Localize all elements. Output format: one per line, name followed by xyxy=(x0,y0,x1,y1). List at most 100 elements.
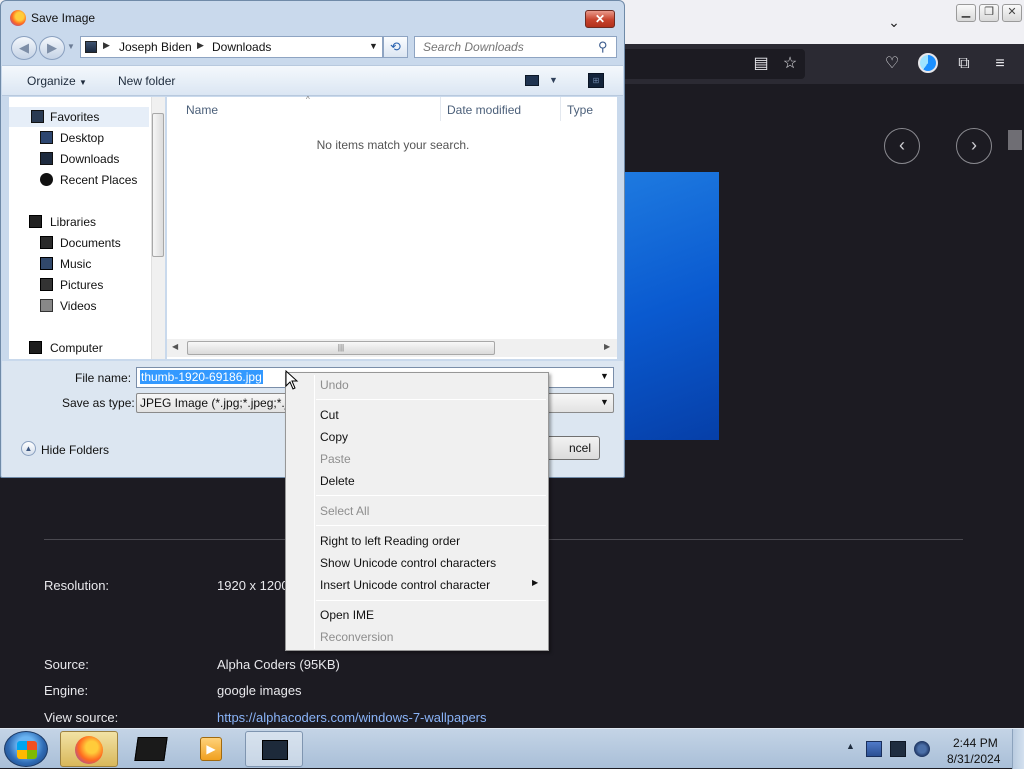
nav-item-music[interactable]: Music xyxy=(9,254,149,274)
refresh-icon[interactable]: ⟲ xyxy=(383,36,408,58)
breadcrumb-downloads[interactable]: Downloads xyxy=(212,40,271,54)
start-button[interactable] xyxy=(4,731,48,767)
menu-item-undo[interactable]: Undo xyxy=(320,378,349,392)
hide-folders-icon[interactable]: ▲ xyxy=(21,441,36,456)
context-menu: Undo Cut Copy Paste Delete Select All Ri… xyxy=(285,372,549,651)
clock-date[interactable]: 8/31/2024 xyxy=(947,752,1000,766)
documents-icon xyxy=(40,236,53,249)
save-as-type-label: Save as type: xyxy=(62,396,135,410)
menu-item-select-all[interactable]: Select All xyxy=(320,504,369,518)
navigation-pane: Favorites Desktop Downloads Recent Place… xyxy=(9,97,165,359)
address-dropdown-icon[interactable]: ▼ xyxy=(369,41,378,51)
source-value: Alpha Coders (95KB) xyxy=(217,657,340,672)
flag-icon[interactable] xyxy=(866,741,882,757)
nav-item-downloads[interactable]: Downloads xyxy=(9,149,149,169)
page-scroll-thumb[interactable] xyxy=(1008,130,1022,150)
recent-locations-dropdown-icon[interactable]: ▼ xyxy=(67,42,75,51)
chevron-right-icon[interactable]: ▶ xyxy=(197,40,204,51)
back-button[interactable]: ◀ xyxy=(11,36,37,60)
nav-item-pictures[interactable]: Pictures xyxy=(9,275,149,295)
network-icon[interactable] xyxy=(890,741,906,757)
horizontal-scroll-thumb[interactable]: ||| xyxy=(187,341,495,355)
menu-item-rtl-reading-order[interactable]: Right to left Reading order xyxy=(320,534,460,548)
close-browser-button[interactable]: ✕ xyxy=(1002,4,1022,22)
nav-label: Libraries xyxy=(50,215,97,229)
nav-label: Desktop xyxy=(60,131,105,145)
nav-item-favorites[interactable]: Favorites xyxy=(9,107,149,127)
menu-item-show-unicode[interactable]: Show Unicode control characters xyxy=(320,556,496,570)
previous-image-button[interactable]: ‹ xyxy=(884,128,920,164)
bookmark-star-icon[interactable]: ☆ xyxy=(778,52,802,76)
menu-item-open-ime[interactable]: Open IME xyxy=(320,608,374,622)
menu-item-reconversion[interactable]: Reconversion xyxy=(320,630,393,644)
column-header-name[interactable]: Name xyxy=(186,103,218,117)
menu-item-paste[interactable]: Paste xyxy=(320,452,351,466)
url-bar[interactable] xyxy=(600,49,805,79)
menu-item-copy[interactable]: Copy xyxy=(320,430,348,444)
menu-icon[interactable]: ≡ xyxy=(988,52,1012,76)
nav-item-libraries[interactable]: Libraries xyxy=(9,212,149,232)
menu-item-insert-unicode[interactable]: Insert Unicode control character xyxy=(320,578,490,592)
chevron-down-icon[interactable]: ⌄ xyxy=(882,10,906,34)
search-input[interactable] xyxy=(415,37,595,57)
views-dropdown-icon[interactable]: ▼ xyxy=(549,75,558,85)
clock-time[interactable]: 2:44 PM xyxy=(953,736,998,750)
column-divider[interactable] xyxy=(440,97,441,121)
volume-icon[interactable] xyxy=(914,741,930,757)
change-view-icon[interactable] xyxy=(525,75,539,86)
file-name-value[interactable]: thumb-1920-69186.jpg xyxy=(140,370,263,384)
address-bar[interactable]: ▶ Joseph Biden ▶ Downloads ▼ xyxy=(80,36,383,58)
taskbar-media-player[interactable]: ▶ xyxy=(182,731,240,767)
nav-label: Downloads xyxy=(60,152,120,166)
videos-icon xyxy=(40,299,53,312)
preview-pane-icon[interactable]: ⊞ xyxy=(588,73,604,88)
taskbar-firefox[interactable] xyxy=(60,731,118,767)
scroll-right-icon[interactable]: ▶ xyxy=(604,342,610,351)
search-box[interactable]: ⚲ xyxy=(414,36,617,58)
view-source-link[interactable]: https://alphacoders.com/windows-7-wallpa… xyxy=(217,710,487,725)
wallpaper-preview xyxy=(620,172,719,440)
taskbar-library[interactable] xyxy=(120,731,178,767)
column-header-date-modified[interactable]: Date modified xyxy=(447,103,521,117)
breadcrumb-user[interactable]: Joseph Biden xyxy=(119,40,192,54)
nav-scroll-thumb[interactable] xyxy=(152,113,164,257)
new-folder-button[interactable]: New folder xyxy=(118,74,175,88)
nav-item-videos[interactable]: Videos xyxy=(9,296,149,316)
page-scrollbar[interactable] xyxy=(1006,112,1024,728)
dialog-titlebar[interactable]: Save Image ✕ xyxy=(1,1,624,33)
nav-item-recent-places[interactable]: Recent Places xyxy=(9,170,149,190)
menu-item-cut[interactable]: Cut xyxy=(320,408,339,422)
save-as-type-dropdown-icon[interactable]: ▼ xyxy=(600,397,609,407)
forward-button[interactable]: ▶ xyxy=(39,36,65,60)
horizontal-scrollbar[interactable]: ◀ ||| ▶ xyxy=(167,339,617,357)
nav-item-desktop[interactable]: Desktop xyxy=(9,128,149,148)
engine-label: Engine: xyxy=(44,683,89,698)
next-image-button[interactable]: › xyxy=(956,128,992,164)
extensions-icon[interactable]: ⧉ xyxy=(952,52,976,76)
restore-button[interactable]: ❐ xyxy=(979,4,999,22)
nav-item-computer[interactable]: Computer xyxy=(9,338,149,358)
reader-view-icon[interactable]: ▤ xyxy=(749,52,773,76)
hide-folders-button[interactable]: Hide Folders xyxy=(41,443,109,457)
organize-button[interactable]: Organize ▼ xyxy=(27,74,87,88)
taskbar-window[interactable] xyxy=(245,731,303,767)
menu-item-delete[interactable]: Delete xyxy=(320,474,355,488)
dialog-close-button[interactable]: ✕ xyxy=(585,10,615,28)
firefox-icon xyxy=(10,10,26,26)
windows-logo-icon xyxy=(17,741,37,759)
file-name-dropdown-icon[interactable]: ▼ xyxy=(600,371,609,381)
music-icon xyxy=(40,257,53,270)
search-icon[interactable]: ⚲ xyxy=(598,39,608,55)
minimize-button[interactable]: ▁ xyxy=(956,4,976,22)
nav-item-documents[interactable]: Documents xyxy=(9,233,149,253)
show-hidden-icons-icon[interactable]: ▲ xyxy=(846,741,855,751)
column-divider[interactable] xyxy=(560,97,561,121)
column-header-type[interactable]: Type xyxy=(567,103,593,117)
account-icon[interactable] xyxy=(918,53,938,73)
scroll-left-icon[interactable]: ◀ xyxy=(172,342,178,351)
engine-value: google images xyxy=(217,683,302,698)
chevron-right-icon[interactable]: ▶ xyxy=(103,40,110,51)
pocket-icon[interactable]: ♡ xyxy=(880,52,904,76)
show-desktop-button[interactable] xyxy=(1012,729,1024,769)
resolution-value: 1920 x 1200 xyxy=(217,578,289,593)
